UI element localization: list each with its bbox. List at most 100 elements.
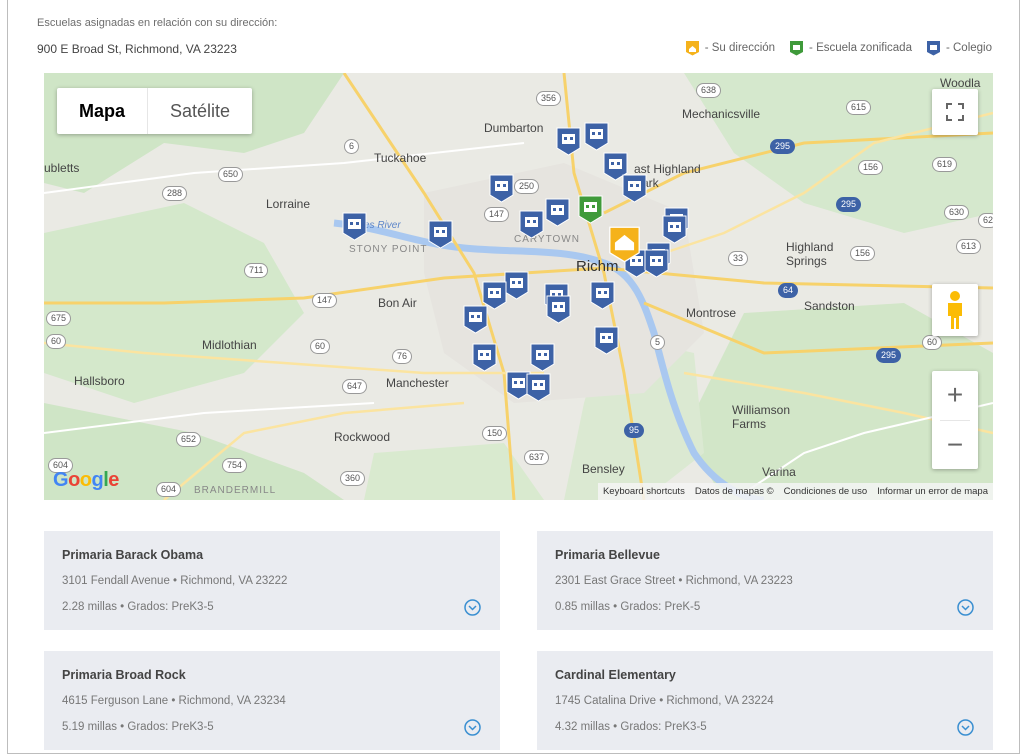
school-marker[interactable] xyxy=(594,326,619,355)
interstate-shield: 64 xyxy=(778,283,799,298)
road-shield: 604 xyxy=(156,482,182,497)
fullscreen-icon xyxy=(946,103,964,121)
interstate-shield: 295 xyxy=(770,139,796,154)
place-hallsboro: Hallsboro xyxy=(74,374,125,388)
map-data-text: Datos de mapas © xyxy=(694,486,774,497)
school-marker[interactable] xyxy=(504,271,529,300)
school-address: 2301 East Grace Street • Richmond, VA 23… xyxy=(555,575,793,587)
school-marker[interactable] xyxy=(342,212,367,241)
map-type-control: Mapa Satélite xyxy=(57,88,253,134)
road-shield: 288 xyxy=(162,186,188,201)
school-card[interactable]: Primaria Broad Rock 4615 Ferguson Lane •… xyxy=(44,651,500,750)
school-marker[interactable] xyxy=(526,373,551,402)
school-marker[interactable] xyxy=(545,198,570,227)
zoom-in-button[interactable]: + xyxy=(932,371,978,420)
road-shield: 652 xyxy=(176,432,202,447)
place-williamson-farms: Williamson Farms xyxy=(732,403,791,431)
road-shield: 615 xyxy=(846,100,872,115)
map-type-satellite-button[interactable]: Satélite xyxy=(148,88,252,134)
road-shield: 147 xyxy=(312,293,338,308)
place-woodla: Woodla xyxy=(940,76,981,90)
map-type-map-button[interactable]: Mapa xyxy=(57,88,149,134)
school-card[interactable]: Cardinal Elementary 1745 Catalina Drive … xyxy=(537,651,993,750)
place-rockwood: Rockwood xyxy=(334,430,391,444)
school-marker[interactable] xyxy=(489,174,514,203)
interstate-shield: 295 xyxy=(836,197,862,212)
keyboard-shortcuts-link[interactable]: Keyboard shortcuts xyxy=(598,486,690,497)
address-text: 900 E Broad St, Richmond, VA 23223 xyxy=(37,42,237,56)
interstate-shield: 295 xyxy=(876,348,902,363)
zoned-school-marker[interactable] xyxy=(578,195,603,224)
school-marker[interactable] xyxy=(463,305,488,334)
road-shield: 33 xyxy=(728,251,749,266)
fullscreen-button[interactable] xyxy=(932,89,978,135)
map-legend: - Su dirección - Escuela zonificada - Co… xyxy=(671,40,992,56)
school-name: Primaria Broad Rock xyxy=(62,668,186,682)
school-marker[interactable] xyxy=(472,343,497,372)
home-marker[interactable] xyxy=(608,226,641,263)
road-shield: 60 xyxy=(922,335,943,350)
road-shield: 5 xyxy=(650,335,666,350)
legend-item-school: - Colegio xyxy=(926,40,992,56)
road-shield: 630 xyxy=(944,205,970,220)
school-marker[interactable] xyxy=(556,127,581,156)
road-shield: 60 xyxy=(310,339,331,354)
school-name: Cardinal Elementary xyxy=(555,668,676,682)
road-shield: 754 xyxy=(222,458,248,473)
chevron-down-icon[interactable] xyxy=(957,719,974,736)
place-james-river: es River xyxy=(364,220,401,231)
place-varina: Varina xyxy=(762,465,796,479)
school-card[interactable]: Primaria Barack Obama 3101 Fendall Avenu… xyxy=(44,531,500,630)
place-ubletts: ubletts xyxy=(44,161,80,175)
pegman-icon xyxy=(948,291,962,329)
place-montrose: Montrose xyxy=(686,306,737,320)
school-details: 5.19 millas • Grados: PreK3-5 xyxy=(62,721,214,733)
place-mechanicsville: Mechanicsville xyxy=(682,107,761,121)
road-shield: 147 xyxy=(484,207,510,222)
terms-link[interactable]: Condiciones de uso xyxy=(779,486,872,497)
legend-label-zoned: - Escuela zonificada xyxy=(809,42,912,54)
school-address: 3101 Fendall Avenue • Richmond, VA 23222 xyxy=(62,575,288,587)
road-shield: 150 xyxy=(482,426,508,441)
report-error-link[interactable]: Informar un error de mapa xyxy=(872,486,993,497)
place-highland-springs: Highland Springs xyxy=(786,240,834,268)
school-marker[interactable] xyxy=(590,281,615,310)
place-lorraine: Lorraine xyxy=(266,197,311,211)
road-shield: 6 xyxy=(344,139,360,154)
school-marker[interactable] xyxy=(622,174,647,203)
school-marker[interactable] xyxy=(662,215,687,244)
road-shield: 156 xyxy=(858,160,884,175)
school-marker[interactable] xyxy=(584,122,609,151)
school-marker[interactable] xyxy=(644,249,669,278)
legend-item-home: - Su dirección xyxy=(685,40,775,56)
school-details: 4.32 millas • Grados: PreK3-5 xyxy=(555,721,707,733)
school-name: Primaria Bellevue xyxy=(555,548,660,562)
zoom-out-button[interactable]: − xyxy=(932,420,978,469)
road-shield: 62 xyxy=(978,213,993,228)
road-shield: 637 xyxy=(524,450,550,465)
road-shield: 711 xyxy=(244,263,269,278)
school-card[interactable]: Primaria Bellevue 2301 East Grace Street… xyxy=(537,531,993,630)
legend-label-home: - Su dirección xyxy=(704,42,776,54)
school-icon xyxy=(926,41,940,56)
intro-text: Escuelas asignadas en relación con su di… xyxy=(37,17,278,29)
chevron-down-icon[interactable] xyxy=(464,719,481,736)
school-name: Primaria Barack Obama xyxy=(62,548,204,562)
legend-item-zoned: - Escuela zonificada xyxy=(789,40,912,56)
road-shield: 356 xyxy=(536,91,562,106)
school-details: 0.85 millas • Grados: PreK-5 xyxy=(555,601,701,613)
school-marker[interactable] xyxy=(530,343,555,372)
chevron-down-icon[interactable] xyxy=(957,599,974,616)
school-marker[interactable] xyxy=(546,295,571,324)
place-brandermill: BRANDERMILL xyxy=(194,485,277,496)
chevron-down-icon[interactable] xyxy=(464,599,481,616)
google-logo[interactable]: Google xyxy=(53,469,119,492)
school-marker[interactable] xyxy=(519,210,544,239)
place-dumbarton: Dumbarton xyxy=(484,121,544,135)
school-map[interactable]: Dumbarton Mechanicsville Tuckahoe ast Hi… xyxy=(44,73,993,500)
road-shield: 76 xyxy=(392,349,413,364)
place-bensley: Bensley xyxy=(582,462,625,476)
street-view-pegman-button[interactable] xyxy=(932,284,978,336)
school-marker[interactable] xyxy=(428,220,453,249)
road-shield: 650 xyxy=(218,167,244,182)
